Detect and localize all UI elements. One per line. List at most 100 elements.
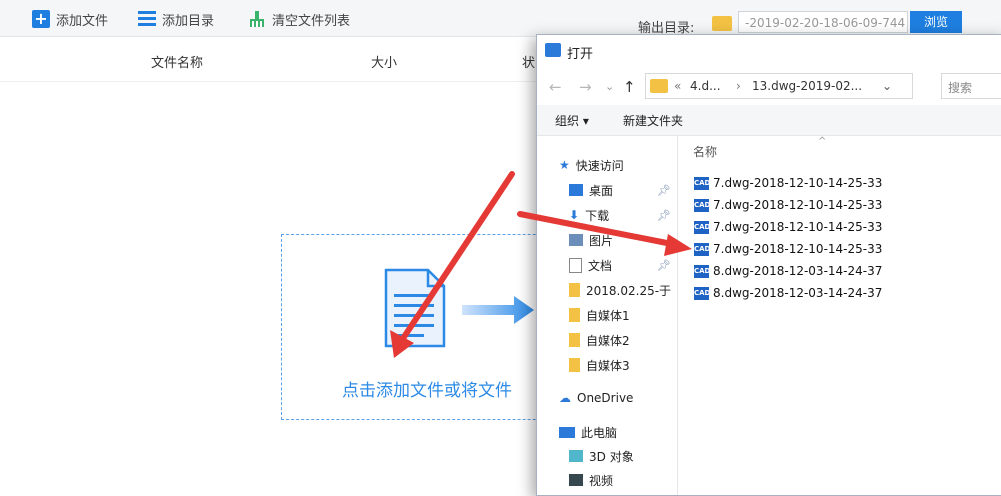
plus-icon: +: [32, 10, 50, 28]
column-name-header[interactable]: 名称: [693, 143, 717, 160]
column-size: 大小: [371, 56, 398, 71]
nav-label: 2018.02.25-于: [586, 283, 672, 298]
file-item[interactable]: CAD 7.dwg-2018-12-10-14-25-33: [694, 239, 882, 259]
nav-folder[interactable]: 自媒体2: [569, 329, 630, 351]
nav-onedrive[interactable]: ☁ OneDrive: [559, 387, 633, 409]
nav-label: 自媒体1: [586, 308, 630, 323]
drop-zone-text: 点击添加文件或将文件: [342, 381, 512, 401]
browse-button[interactable]: 浏览: [910, 11, 962, 33]
clear-list-label: 清空文件列表: [272, 13, 351, 29]
video-icon: [569, 474, 583, 486]
navigation-pane: ★ 快速访问 桌面 📌︎ ⬇ 下载 📌︎ 图片 文档 📌︎ 2018.02.25…: [537, 136, 678, 495]
up-icon[interactable]: ↑: [623, 78, 636, 96]
back-icon[interactable]: ←: [549, 78, 562, 96]
window-icon: [545, 43, 561, 57]
breadcrumb-item[interactable]: 13.dwg-2019-02...: [752, 79, 862, 93]
nav-this-pc[interactable]: 此电脑: [559, 421, 617, 443]
file-name: 8.dwg-2018-12-03-14-24-37: [713, 286, 883, 300]
file-item[interactable]: CAD 7.dwg-2018-12-10-14-25-33: [694, 195, 882, 215]
new-folder-button[interactable]: 新建文件夹: [623, 112, 683, 129]
command-bar: 组织 ▾ 新建文件夹: [537, 105, 1001, 136]
nav-label: 下载: [585, 208, 610, 223]
nav-label: 自媒体3: [586, 358, 630, 373]
arrow-right-icon: [462, 296, 534, 324]
column-status: 状: [522, 56, 536, 71]
document-icon: [384, 268, 446, 348]
nav-label: 文档: [588, 258, 613, 273]
folder-icon: [569, 358, 580, 372]
add-file-button[interactable]: + 添加文件: [32, 9, 108, 29]
file-name: 8.dwg-2018-12-03-14-24-37: [713, 264, 883, 278]
folder-icon[interactable]: [712, 16, 732, 31]
file-name: 7.dwg-2018-12-10-14-25-33: [713, 242, 883, 256]
file-list: ^ 名称 CAD 7.dwg-2018-12-10-14-25-33 CAD 7…: [678, 136, 1001, 495]
file-item[interactable]: CAD 8.dwg-2018-12-03-14-24-37: [694, 283, 882, 303]
nav-desktop[interactable]: 桌面: [569, 179, 613, 201]
nav-label: 此电脑: [581, 425, 618, 440]
computer-icon: [559, 426, 575, 438]
cad-file-icon: CAD: [694, 286, 710, 300]
address-bar-row: ← → ⌄ ↑ « 4.d... › 13.dwg-2019-02... ⌄ ↻…: [537, 69, 1001, 105]
toolbar: + 添加文件 添加目录 清空文件列表 输出目录: -2019-02-20-18-…: [0, 0, 1001, 37]
nav-folder[interactable]: 自媒体1: [569, 304, 630, 326]
forward-icon[interactable]: →: [579, 78, 592, 96]
nav-quick-access[interactable]: ★ 快速访问: [559, 154, 624, 176]
column-name: 文件名称: [151, 56, 204, 71]
cad-file-icon: CAD: [694, 176, 710, 190]
folder-icon: [650, 79, 668, 93]
nav-downloads[interactable]: ⬇ 下载: [569, 204, 609, 226]
nav-pictures[interactable]: 图片: [569, 229, 613, 251]
file-item[interactable]: CAD 7.dwg-2018-12-10-14-25-33: [694, 217, 882, 237]
list-icon: [138, 10, 156, 28]
organize-menu[interactable]: 组织 ▾: [555, 112, 589, 129]
folder-icon: [569, 333, 580, 347]
file-item[interactable]: CAD 8.dwg-2018-12-03-14-24-37: [694, 261, 882, 281]
pictures-icon: [569, 234, 583, 246]
nav-videos[interactable]: 视频: [569, 469, 613, 491]
nav-label: 桌面: [589, 183, 614, 198]
breadcrumb-item[interactable]: 4.d...: [690, 79, 721, 93]
cad-file-icon: CAD: [694, 242, 710, 256]
cad-file-icon: CAD: [694, 220, 710, 234]
desktop-icon: [569, 184, 583, 196]
pin-icon[interactable]: 📌︎: [657, 184, 671, 197]
nav-folder[interactable]: 2018.02.25-于: [569, 279, 671, 301]
nav-3d-objects[interactable]: 3D 对象: [569, 445, 634, 467]
cube-icon: [569, 450, 583, 462]
folder-icon: [569, 283, 580, 297]
nav-folder[interactable]: 自媒体3: [569, 354, 630, 376]
download-icon: ⬇: [569, 208, 580, 222]
cad-file-icon: CAD: [694, 264, 710, 278]
nav-label: 视频: [589, 473, 614, 488]
star-icon: ★: [559, 158, 570, 172]
clear-list-button[interactable]: 清空文件列表: [248, 9, 350, 29]
breadcrumb-overflow[interactable]: «: [674, 79, 681, 93]
cloud-icon: ☁: [559, 391, 571, 405]
documents-icon: [569, 257, 582, 273]
nav-documents[interactable]: 文档: [569, 254, 612, 276]
cad-file-icon: CAD: [694, 198, 710, 212]
search-input[interactable]: 搜索: [941, 73, 1001, 99]
nav-label: 3D 对象: [589, 449, 634, 464]
nav-label: 快速访问: [575, 158, 624, 173]
output-path-field[interactable]: -2019-02-20-18-06-09-744: [738, 11, 908, 33]
add-directory-button[interactable]: 添加目录: [138, 9, 214, 29]
nav-label: 自媒体2: [586, 333, 630, 348]
pin-icon[interactable]: 📌︎: [657, 259, 671, 272]
chevron-down-icon[interactable]: ⌄: [605, 80, 614, 93]
file-item[interactable]: CAD 7.dwg-2018-12-10-14-25-33: [694, 173, 882, 193]
open-file-dialog: 打开 ← → ⌄ ↑ « 4.d... › 13.dwg-2019-02... …: [536, 34, 1001, 496]
file-name: 7.dwg-2018-12-10-14-25-33: [713, 220, 883, 234]
dialog-title: 打开: [567, 47, 594, 62]
pin-icon[interactable]: 📌︎: [657, 209, 671, 222]
chevron-down-icon[interactable]: ⌄: [882, 79, 892, 93]
breadcrumb-separator: ›: [736, 79, 741, 93]
folder-icon: [569, 308, 580, 322]
address-bar[interactable]: « 4.d... › 13.dwg-2019-02... ⌄ ↻: [645, 73, 913, 99]
file-name: 7.dwg-2018-12-10-14-25-33: [713, 176, 883, 190]
file-name: 7.dwg-2018-12-10-14-25-33: [713, 198, 883, 212]
dialog-titlebar: 打开: [537, 35, 1001, 67]
sort-up-icon: ^: [818, 136, 827, 147]
nav-label: 图片: [589, 233, 614, 248]
nav-label: OneDrive: [577, 391, 634, 405]
